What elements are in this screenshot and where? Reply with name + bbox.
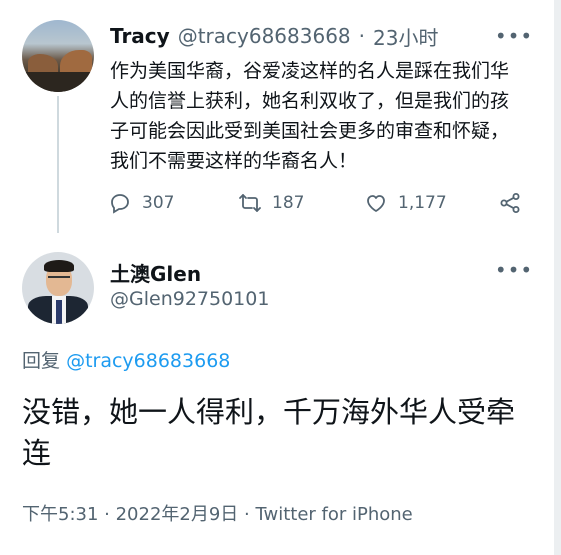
meta-separator: ·: [358, 24, 366, 48]
tweet-timestamp[interactable]: 下午5:31 · 2022年2月9日 · Twitter for iPhone: [22, 500, 413, 526]
share-button[interactable]: [498, 188, 532, 218]
like-count: 1,177: [398, 193, 447, 213]
parent-tweet-actions: 307 187 1,177: [108, 188, 528, 218]
reply-handle[interactable]: @Glen92750101: [110, 288, 269, 310]
parent-tweet-text: 作为美国华裔，谷爱凌这样的名人是踩在我们华人的信誉上获利，她名利双收了，但是我们…: [110, 60, 510, 172]
scrollbar-track[interactable]: [554, 0, 561, 555]
thread-connector-line: [57, 96, 59, 233]
avatar-figure-shape: [56, 300, 62, 324]
replying-to-mention-link[interactable]: @tracy68683668: [66, 350, 230, 372]
avatar-figure-shape: [48, 276, 70, 283]
share-icon: [500, 193, 520, 213]
reply-tweet-text: 没错，她一人得利，千万海外华人受牵连: [22, 395, 516, 470]
more-horizontal-icon[interactable]: •••: [495, 22, 532, 50]
replying-to-label: 回复: [22, 350, 61, 372]
parent-tweet-header: Tracy @tracy68683668 · 23小时: [110, 22, 438, 50]
retweet-count: 187: [272, 193, 305, 213]
avatar-landscape-shape: [22, 72, 94, 92]
heart-icon: [367, 195, 385, 212]
reply-button[interactable]: 307: [108, 188, 174, 218]
tweet-thread: Tracy @tracy68683668 · 23小时 ••• 作为美国华裔，谷…: [0, 0, 561, 555]
reply-icon: [111, 194, 129, 214]
avatar-landscape-shape: [28, 54, 58, 74]
reply-count: 307: [142, 193, 175, 213]
avatar-glen[interactable]: [22, 252, 94, 324]
retweet-icon: [239, 194, 261, 212]
replying-to: 回复 @tracy68683668: [22, 346, 230, 373]
avatar-tracy[interactable]: [22, 20, 94, 92]
retweet-button[interactable]: 187: [238, 188, 304, 218]
parent-handle[interactable]: @tracy68683668: [178, 24, 351, 48]
reply-display-name[interactable]: 土澳Glen: [110, 258, 201, 287]
like-button[interactable]: 1,177: [364, 188, 447, 218]
more-horizontal-icon[interactable]: •••: [495, 256, 532, 284]
avatar-figure-shape: [44, 260, 74, 272]
parent-display-name[interactable]: Tracy: [110, 24, 170, 48]
parent-time-ago[interactable]: 23小时: [373, 22, 438, 51]
